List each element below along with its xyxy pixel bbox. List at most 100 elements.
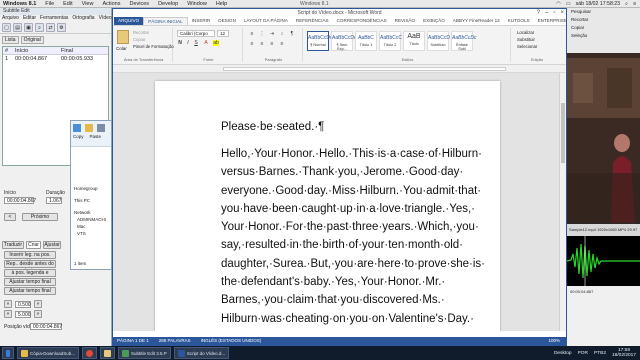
language-status[interactable]: INGLÊS (ESTADOS UNIDOS) (201, 337, 262, 345)
paste-label[interactable]: Colar (116, 46, 127, 51)
insert-subtitle-button[interactable]: Inserir leg. na pos. vídeo (4, 251, 56, 265)
document-body[interactable]: Hello,·Your·Honor.·Hello.·This·is·a·case… (221, 145, 485, 328)
taskbar-item-explorer[interactable] (100, 347, 116, 359)
underline-icon[interactable]: S (193, 40, 199, 46)
video-player[interactable] (567, 53, 640, 223)
minimize-icon[interactable]: – (545, 9, 548, 17)
selection-button[interactable]: Seleção (567, 32, 640, 40)
menu-editar[interactable]: Editar (23, 15, 36, 22)
tab-traduzir[interactable]: Traduzir (2, 241, 24, 249)
nav-this-pc[interactable]: This PC (71, 197, 111, 204)
paste-icon[interactable] (117, 30, 129, 44)
sort-icon[interactable]: ↕ (279, 31, 285, 37)
format-painter-button[interactable]: Pincel de Formatação (133, 44, 174, 49)
menu-ferramentas[interactable]: Ferramentas (40, 15, 68, 22)
tab-revisao[interactable]: REVISÃO (391, 17, 419, 25)
select-button[interactable]: Selecionar (517, 44, 537, 49)
replace-button[interactable]: Substituir (517, 37, 535, 42)
ruler-track[interactable] (223, 67, 506, 71)
column-number[interactable]: # (3, 47, 15, 54)
tab-ajustar[interactable]: Ajustar (43, 241, 61, 249)
page-count[interactable]: PÁGINA 1 DE 1 (117, 337, 149, 345)
search-icon[interactable]: ⌕ (625, 1, 628, 8)
tab-original[interactable]: Original (20, 36, 44, 44)
step-b-input[interactable]: 5.000 (15, 310, 31, 318)
nav-mac[interactable]: Mac (71, 223, 111, 230)
search-button[interactable]: Pesquisar (567, 8, 640, 16)
paste-label[interactable]: Paste (90, 134, 102, 139)
menubar-devices[interactable]: Devices (130, 1, 150, 7)
style-subtitle[interactable]: AaBbCcD Subtítulo (427, 31, 450, 51)
bold-icon[interactable]: N (177, 40, 183, 46)
maximize-icon[interactable]: ▫ (553, 9, 555, 17)
menubar-help[interactable]: Help (216, 1, 227, 7)
vertical-scrollbar[interactable] (559, 73, 566, 331)
previous-button[interactable]: < (4, 213, 16, 221)
nav-network[interactable]: Network (71, 209, 111, 216)
table-row[interactable]: 1 00:00:04.867 00:00:05.933 (3, 55, 108, 63)
tab-pagina-inicial[interactable]: PÁGINA INICIAL (143, 17, 188, 25)
column-end[interactable]: Final (61, 47, 108, 54)
tab-referencias[interactable]: REFERÊNCIAS (292, 17, 333, 25)
duration-input[interactable]: 1.067 (46, 197, 62, 204)
menubar-window[interactable]: Window (187, 1, 207, 7)
style-normal[interactable]: AaBbCcDc ¶ Normal (307, 31, 332, 51)
scrollbar-thumb[interactable] (561, 103, 565, 163)
taskbar-item-downloads[interactable]: Cópia-DownloadSub... (17, 347, 80, 359)
start-time-input[interactable]: 00:00:04.867 (4, 197, 36, 204)
menu-ortografia[interactable]: Ortografia (72, 15, 94, 22)
style-heading-2[interactable]: AaBbCcC Título 2 (379, 31, 402, 51)
menu-arquivo[interactable]: Arquivo (2, 15, 19, 22)
tab-inserir[interactable]: INSERIR (188, 17, 215, 25)
menubar-develop[interactable]: Develop (158, 1, 178, 7)
goto-and-pause-button[interactable]: à pos. legenda e pausar (4, 269, 56, 283)
font-color-icon[interactable]: A (203, 40, 209, 46)
menubar-file[interactable]: File (45, 1, 54, 7)
tab-exibicao[interactable]: EXIBIÇÃO (419, 17, 449, 25)
word-count[interactable]: 288 PALAVRAS (159, 337, 191, 345)
document-page[interactable]: Please·be·seated.·¶ Hello,·Your·Honor.·H… (155, 81, 500, 331)
paragraph-mark-icon[interactable]: ¶ (289, 31, 295, 37)
copy-button[interactable]: Copiar (567, 24, 640, 32)
menu-video[interactable]: Vídeo (99, 15, 112, 22)
nav-adminmachine[interactable]: ADMINMACHI (71, 216, 111, 223)
align-right-icon[interactable]: ≡ (269, 41, 275, 47)
nav-vts[interactable]: VTS (71, 230, 111, 237)
keyboard-layout[interactable]: PTB2 (594, 351, 606, 356)
tab-enterprise[interactable]: ENTERPRISE (534, 17, 571, 25)
justify-icon[interactable]: ≡ (279, 41, 285, 47)
find-button[interactable]: Localizar (517, 30, 534, 35)
copy-icon[interactable] (73, 124, 81, 132)
numbering-icon[interactable]: ⋮ (259, 31, 265, 37)
battery-icon[interactable]: ▭ (566, 1, 571, 7)
tab-layout[interactable]: LAYOUT DA PÁGINA (240, 17, 292, 25)
set-end-next-button[interactable]: Ajustar tempo final (4, 287, 56, 295)
tab-lista[interactable]: Lista (2, 36, 19, 44)
column-start[interactable]: Início (15, 47, 61, 54)
step-forward-large-icon[interactable]: » (34, 310, 42, 318)
menubar-clock[interactable]: sáb 18/02 17:58:23 (576, 1, 620, 7)
menubar-edit[interactable]: Edit (63, 1, 72, 7)
indent-icon[interactable]: ⇥ (269, 31, 275, 37)
replace-icon[interactable]: ⇄ (46, 23, 55, 32)
folder-icon[interactable] (97, 124, 105, 132)
desktop-toolbar[interactable]: Desktop (554, 351, 572, 356)
font-size-select[interactable]: 12 (217, 30, 229, 37)
style-title[interactable]: AaB Título (403, 31, 425, 51)
taskbar-item-chrome[interactable] (82, 347, 98, 359)
taskbar-item-subtitle-edit[interactable]: Subtitle Edit 3.5.P (118, 347, 171, 359)
align-left-icon[interactable]: ≡ (249, 41, 255, 47)
cut-button[interactable]: Recortar (133, 30, 149, 35)
tab-design[interactable]: DESIGN (214, 17, 240, 25)
cut-button[interactable]: Recortar (567, 16, 640, 24)
wifi-icon[interactable]: ◠ (556, 1, 561, 7)
style-subtle-emphasis[interactable]: AaBbCcDc Ênfase Sutil (451, 31, 476, 51)
style-no-spacing[interactable]: AaBbCcDc ¶ Sem Esp... (331, 31, 356, 51)
settings-icon[interactable]: ⚙ (57, 23, 66, 32)
tab-kutools[interactable]: KUTOOLS (504, 17, 534, 25)
step-back-large-icon[interactable]: « (4, 310, 12, 318)
close-icon[interactable]: × (560, 9, 564, 17)
list-icon[interactable]: ≡ (633, 1, 636, 7)
save-icon[interactable]: ▣ (24, 23, 33, 32)
help-icon[interactable]: ? (537, 9, 540, 17)
